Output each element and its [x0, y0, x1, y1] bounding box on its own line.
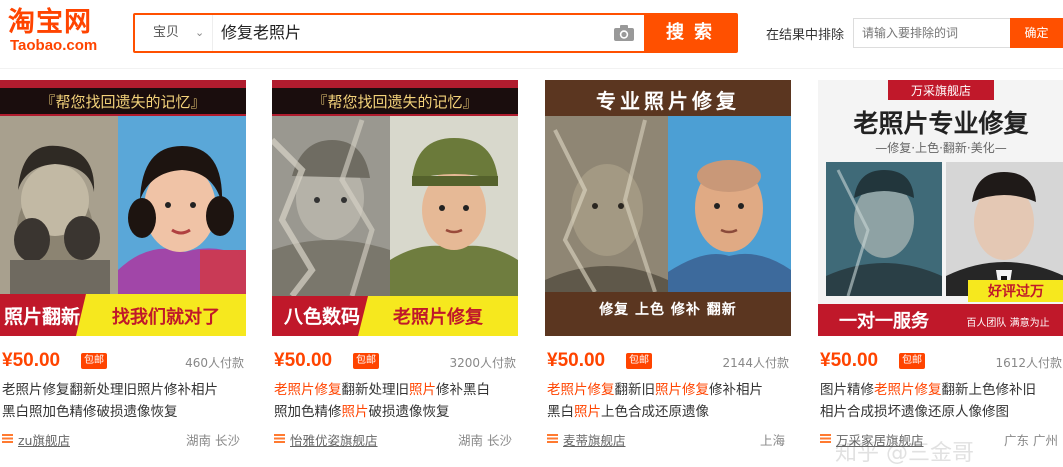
store-icon [2, 434, 13, 443]
exclude-label: 在结果中排除 [766, 28, 845, 43]
search-button[interactable]: 搜索 [644, 15, 736, 51]
shop-row: 怡雅优姿旗舰店 湖南 长沙 [274, 430, 518, 448]
chevron-down-icon: ⌄ [195, 26, 205, 39]
search-scope-dropdown[interactable]: 宝贝 ⌄ [135, 15, 213, 51]
product-title[interactable]: 老照片修复翻新处理旧照片修补相片 黑白照加色精修破损遗像恢复 [2, 379, 246, 423]
search-scope-label: 宝贝 [153, 25, 180, 40]
title-line: 黑白照片上色合成还原遗像 [547, 404, 709, 420]
shop-location: 湖南 长沙 [186, 433, 240, 448]
shop-link[interactable]: zu旗舰店 [18, 430, 70, 449]
store-icon [820, 434, 831, 443]
title-line: 老照片修复翻新旧照片修复修补相片 [547, 382, 763, 398]
product-title[interactable]: 老照片修复翻新处理旧照片修补黑白 照加色精修照片破损遗像恢复 [274, 379, 518, 423]
banner-right-text: 找我们就对了 [112, 306, 220, 328]
title-line: 黑白照加色精修破损遗像恢复 [2, 404, 178, 420]
price-row: ¥50.00 包邮 3200人付款 [274, 350, 518, 374]
camera-icon[interactable] [613, 24, 635, 42]
product-image[interactable]: 『帮您找回遗失的记忆』 照片翻新 找我们就对了 [0, 80, 246, 336]
exclude-confirm-button[interactable]: 确定 [1010, 18, 1063, 48]
banner-tagline: 『帮您找回遗失的记忆』 [40, 93, 205, 111]
free-shipping-badge: 包邮 [899, 353, 925, 369]
product-image[interactable]: 专业照片修复 修复 上色 修补 翻新 [545, 80, 791, 336]
banner-ribbon: 好评过万 [987, 283, 1044, 300]
banner-title: 老照片专业修复 [853, 109, 1029, 138]
price: ¥50.00 [2, 350, 61, 371]
price: ¥50.00 [274, 350, 333, 371]
title-line: 照加色精修照片破损遗像恢复 [274, 404, 450, 420]
banner-left-text: 八色数码 [284, 305, 360, 328]
banner-left-text: 照片翻新 [4, 305, 80, 328]
store-icon [274, 434, 285, 443]
free-shipping-badge: 包邮 [353, 353, 379, 369]
title-line: 老照片修复翻新处理旧照片修补黑白 [274, 382, 490, 398]
shop-location: 湖南 长沙 [458, 433, 512, 448]
product-image[interactable]: 万采旗舰店 老照片专业修复 —修复·上色·翻新·美化— 好评过万 一对一服务 百… [818, 80, 1063, 336]
shop-row: zu旗舰店 湖南 长沙 [2, 430, 246, 448]
taobao-logo[interactable]: 淘宝网 Taobao.com [8, 8, 118, 54]
banner-note: 百人团队 满意为止 [966, 316, 1049, 329]
logo-chinese: 淘宝网 [8, 7, 92, 38]
price: ¥50.00 [547, 350, 606, 371]
sales-count: 3200人付款 [449, 356, 516, 370]
header: 淘宝网 Taobao.com 宝贝 ⌄ 搜索 在结果中排除 确定 [0, 0, 1063, 62]
banner-services: 修复 上色 修补 翻新 [598, 301, 737, 318]
free-shipping-badge: 包邮 [626, 353, 652, 369]
sales-count: 1612人付款 [995, 356, 1062, 370]
product-card[interactable]: 万采旗舰店 老照片专业修复 —修复·上色·翻新·美化— 好评过万 一对一服务 百… [818, 80, 1063, 460]
banner-tagline: 『帮您找回遗失的记忆』 [312, 93, 477, 111]
product-image[interactable]: 『帮您找回遗失的记忆』 八色数码 老照片修复 [272, 80, 518, 336]
banner-title: 专业照片修复 [596, 89, 740, 113]
price: ¥50.00 [820, 350, 879, 371]
shop-link[interactable]: 怡雅优姿旗舰店 [290, 430, 378, 449]
product-card[interactable]: 『帮您找回遗失的记忆』 照片翻新 找我们就对了 ¥50.00 包邮 460人付款… [0, 80, 255, 460]
product-card[interactable]: 专业照片修复 修复 上色 修补 翻新 ¥50.00 包邮 2144人付款 老照片… [545, 80, 800, 460]
divider [0, 68, 1063, 69]
shop-row: 麦蒂旗舰店 上海 [547, 430, 791, 448]
price-row: ¥50.00 包邮 1612人付款 [820, 350, 1063, 374]
title-line: 相片合成损坏遗像还原人像修图 [820, 404, 1009, 420]
sales-count: 460人付款 [185, 356, 244, 370]
banner-bottom-text: 一对一服务 [839, 310, 930, 332]
banner-store: 万采旗舰店 [911, 83, 971, 98]
search-bar: 宝贝 ⌄ 搜索 [133, 13, 738, 53]
logo-english: Taobao.com [10, 37, 98, 54]
product-card[interactable]: 『帮您找回遗失的记忆』 八色数码 老照片修复 ¥50.00 包邮 3200人付款… [272, 80, 527, 460]
shop-location: 广东 广州 [1004, 433, 1058, 448]
product-title[interactable]: 老照片修复翻新旧照片修复修补相片 黑白照片上色合成还原遗像 [547, 379, 791, 423]
exclude-input[interactable] [853, 18, 1010, 48]
price-row: ¥50.00 包邮 460人付款 [2, 350, 246, 374]
title-line: 图片精修老照片修复翻新上色修补旧 [820, 382, 1036, 398]
shop-location: 上海 [759, 433, 785, 448]
product-title[interactable]: 图片精修老照片修复翻新上色修补旧 相片合成损坏遗像还原人像修图 [820, 379, 1063, 423]
banner-right-text: 老照片修复 [393, 306, 484, 328]
sales-count: 2144人付款 [722, 356, 789, 370]
search-input[interactable] [221, 15, 611, 51]
shop-link[interactable]: 麦蒂旗舰店 [563, 430, 626, 449]
banner-subtitle: —修复·上色·翻新·美化— [875, 140, 1006, 155]
free-shipping-badge: 包邮 [81, 353, 107, 369]
store-icon [547, 434, 558, 443]
watermark: 知乎 @三金哥 [835, 441, 974, 466]
price-row: ¥50.00 包邮 2144人付款 [547, 350, 791, 374]
title-line: 老照片修复翻新处理旧照片修补相片 [2, 382, 218, 398]
